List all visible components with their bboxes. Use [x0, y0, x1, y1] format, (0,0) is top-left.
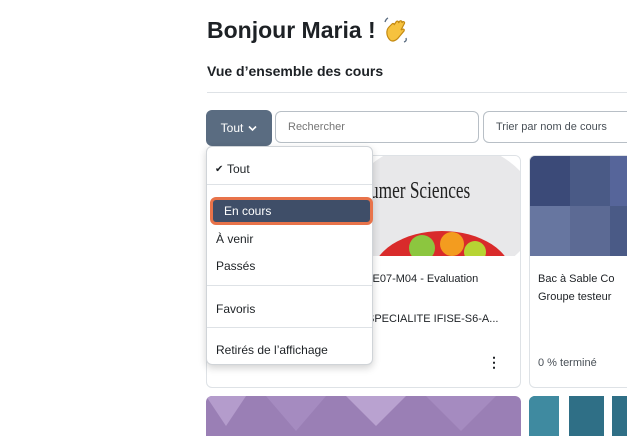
divider — [207, 92, 627, 93]
menu-divider — [207, 327, 372, 328]
menu-item-removed[interactable]: Retirés de l’affichage — [216, 343, 328, 357]
waving-hand-icon — [384, 17, 407, 43]
course-image-text: umer Sciences — [370, 178, 471, 204]
chevron-down-icon — [248, 125, 257, 131]
course-card-image[interactable] — [206, 396, 521, 436]
menu-divider — [207, 285, 372, 286]
greeting-text: Bonjour Maria ! — [207, 16, 376, 43]
course-progress: 0 % terminé — [538, 357, 597, 369]
sort-select-label: Trier par nom de cours — [496, 121, 607, 133]
check-icon: ✔ — [215, 164, 224, 175]
menu-item-past[interactable]: Passés — [216, 259, 255, 273]
filter-dropdown-button[interactable]: Tout — [206, 110, 272, 146]
menu-divider — [207, 184, 372, 185]
course-title[interactable]: JE07-M04 - Evaluation — [367, 273, 478, 285]
search-input[interactable] — [275, 111, 479, 143]
menu-item-in-progress[interactable]: En cours — [224, 204, 271, 218]
course-card-image[interactable] — [529, 396, 627, 436]
section-title: Vue d’ensemble des cours — [207, 63, 384, 79]
course-image — [530, 156, 627, 256]
menu-item-all[interactable]: Tout — [227, 162, 250, 176]
course-title[interactable]: Bac à Sable Co — [538, 273, 614, 285]
course-category: SPECIALITE IFISE-S6-A... — [367, 313, 499, 325]
sort-select[interactable]: Trier par nom de cours — [483, 111, 627, 143]
course-card[interactable] — [529, 155, 627, 388]
filter-button-label: Tout — [220, 121, 244, 135]
filter-dropdown-menu: ✔ Tout En cours À venir Passés Favoris R… — [206, 146, 373, 365]
menu-item-favorites[interactable]: Favoris — [216, 302, 255, 316]
page-greeting: Bonjour Maria ! — [207, 16, 410, 44]
menu-item-upcoming[interactable]: À venir — [216, 232, 253, 246]
kebab-menu-icon[interactable]: ⋮ — [487, 354, 501, 371]
course-category: Groupe testeur — [538, 291, 612, 303]
